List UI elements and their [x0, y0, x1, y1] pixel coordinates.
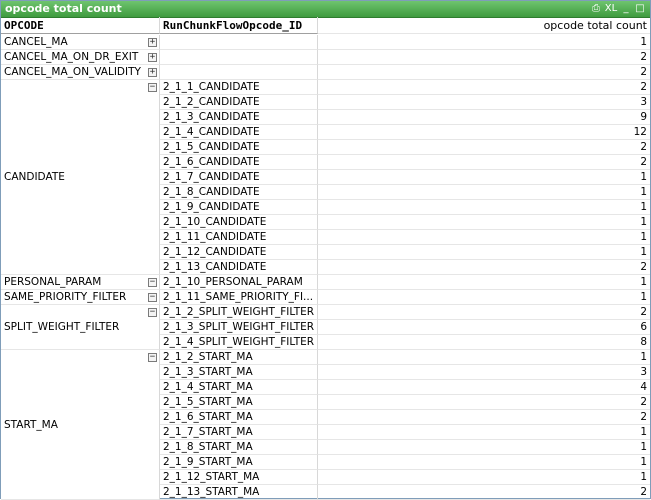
total-count-cell: 12 — [318, 125, 650, 140]
total-count-cell: 2 — [318, 485, 650, 500]
opcode-label: CANCEL_MA_ON_DR_EXIT — [4, 51, 139, 63]
run-chunk-flow-id-cell[interactable]: 2_1_3_SPLIT_WEIGHT_FILTER — [160, 320, 318, 335]
total-count-cell: 1 — [318, 470, 650, 485]
total-count-cell: 1 — [318, 170, 650, 185]
maximize-button[interactable]: □ — [634, 2, 646, 16]
opcode-label: PERSONAL_PARAM — [4, 276, 102, 288]
collapse-icon[interactable]: − — [148, 308, 157, 317]
opcode-cell[interactable]: PERSONAL_PARAM — [1, 275, 160, 290]
total-count-cell: 1 — [318, 230, 650, 245]
run-chunk-flow-id-cell[interactable]: 2_1_4_SPLIT_WEIGHT_FILTER — [160, 335, 318, 350]
run-chunk-flow-id-cell[interactable] — [160, 35, 318, 50]
opcode-cell[interactable]: CANCEL_MA_ON_VALIDITY — [1, 65, 160, 80]
run-chunk-flow-id-cell[interactable] — [160, 50, 318, 65]
total-count-cell: 2 — [318, 260, 650, 275]
collapse-icon[interactable]: − — [148, 293, 157, 302]
run-chunk-flow-id-cell[interactable]: 2_1_6_CANDIDATE — [160, 155, 318, 170]
total-count-cell: 9 — [318, 110, 650, 125]
total-count-cell: 2 — [318, 50, 650, 65]
total-count-cell: 1 — [318, 185, 650, 200]
run-chunk-flow-id-cell[interactable]: 2_1_1_CANDIDATE — [160, 80, 318, 95]
print-icon[interactable]: ⎙ — [589, 2, 603, 16]
total-count-cell: 1 — [318, 200, 650, 215]
total-count-cell: 1 — [318, 215, 650, 230]
send-to-excel-button[interactable]: XL — [604, 2, 618, 16]
run-chunk-flow-id-cell[interactable]: 2_1_9_START_MA — [160, 455, 318, 470]
run-chunk-flow-id-cell[interactable]: 2_1_5_CANDIDATE — [160, 140, 318, 155]
opcode-label: SPLIT_WEIGHT_FILTER — [4, 321, 120, 333]
run-chunk-flow-id-cell[interactable]: 2_1_13_CANDIDATE — [160, 260, 318, 275]
total-count-cell: 2 — [318, 305, 650, 320]
run-chunk-flow-id-cell[interactable]: 2_1_8_CANDIDATE — [160, 185, 318, 200]
total-count-cell: 1 — [318, 440, 650, 455]
window-title: opcode total count — [5, 2, 122, 15]
column-header-runchunkflowopcode-id[interactable]: RunChunkFlowOpcode_ID — [160, 17, 318, 34]
run-chunk-flow-id-cell[interactable]: 2_1_6_START_MA — [160, 410, 318, 425]
collapse-icon[interactable]: − — [148, 278, 157, 287]
opcode-cell[interactable]: SPLIT_WEIGHT_FILTER — [1, 305, 160, 350]
column-header-opcode-total-count[interactable]: opcode total count — [318, 17, 650, 34]
opcode-cell[interactable]: START_MA — [1, 350, 160, 500]
run-chunk-flow-id-cell[interactable]: 2_1_12_START_MA — [160, 470, 318, 485]
expand-icon[interactable]: + — [148, 38, 157, 47]
run-chunk-flow-id-cell[interactable]: 2_1_12_CANDIDATE — [160, 245, 318, 260]
opcode-label: START_MA — [4, 418, 58, 431]
run-chunk-flow-id-cell[interactable]: 2_1_10_CANDIDATE — [160, 215, 318, 230]
collapse-icon[interactable]: − — [148, 83, 157, 92]
expand-icon[interactable]: + — [148, 53, 157, 62]
run-chunk-flow-id-cell[interactable]: 2_1_2_CANDIDATE — [160, 95, 318, 110]
opcode-cell[interactable]: CANCEL_MA_ON_DR_EXIT — [1, 50, 160, 65]
total-count-cell: 2 — [318, 155, 650, 170]
total-count-cell: 1 — [318, 290, 650, 305]
opcode-label: CANCEL_MA_ON_VALIDITY — [4, 66, 141, 78]
opcode-label: SAME_PRIORITY_FILTER — [4, 291, 127, 303]
collapse-icon[interactable]: − — [148, 353, 157, 362]
opcode-label: CANDIDATE — [4, 171, 65, 183]
run-chunk-flow-id-cell[interactable]: 2_1_9_CANDIDATE — [160, 200, 318, 215]
run-chunk-flow-id-cell[interactable]: 2_1_2_SPLIT_WEIGHT_FILTER — [160, 305, 318, 320]
run-chunk-flow-id-cell[interactable]: 2_1_10_PERSONAL_PARAM — [160, 275, 318, 290]
total-count-cell: 1 — [318, 455, 650, 470]
total-count-cell: 2 — [318, 140, 650, 155]
expand-icon[interactable]: + — [148, 68, 157, 77]
total-count-cell: 1 — [318, 275, 650, 290]
total-count-cell: 1 — [318, 245, 650, 260]
run-chunk-flow-id-cell[interactable]: 2_1_3_CANDIDATE — [160, 110, 318, 125]
run-chunk-flow-id-cell[interactable]: 2_1_2_START_MA — [160, 350, 318, 365]
run-chunk-flow-id-cell[interactable]: 2_1_7_START_MA — [160, 425, 318, 440]
total-count-cell: 6 — [318, 320, 650, 335]
total-count-cell: 1 — [318, 35, 650, 50]
run-chunk-flow-id-cell[interactable]: 2_1_5_START_MA — [160, 395, 318, 410]
run-chunk-flow-id-cell[interactable]: 2_1_11_CANDIDATE — [160, 230, 318, 245]
run-chunk-flow-id-cell[interactable] — [160, 65, 318, 80]
total-count-cell: 1 — [318, 350, 650, 365]
run-chunk-flow-id-cell[interactable]: 2_1_4_CANDIDATE — [160, 125, 318, 140]
run-chunk-flow-id-cell[interactable]: 2_1_13_START_MA — [160, 485, 318, 500]
opcode-cell[interactable]: SAME_PRIORITY_FILTER — [1, 290, 160, 305]
total-count-cell: 2 — [318, 395, 650, 410]
total-count-cell: 4 — [318, 380, 650, 395]
run-chunk-flow-id-cell[interactable]: 2_1_11_SAME_PRIORITY_FI... — [160, 290, 318, 305]
opcode-cell[interactable]: CANDIDATE — [1, 80, 160, 275]
run-chunk-flow-id-cell[interactable]: 2_1_3_START_MA — [160, 365, 318, 380]
total-count-cell: 3 — [318, 95, 650, 110]
total-count-cell: 1 — [318, 425, 650, 440]
total-count-cell: 2 — [318, 65, 650, 80]
total-count-cell: 3 — [318, 365, 650, 380]
column-header-opcode[interactable]: OPCODE — [1, 17, 160, 34]
run-chunk-flow-id-cell[interactable]: 2_1_7_CANDIDATE — [160, 170, 318, 185]
total-count-cell: 2 — [318, 410, 650, 425]
pivot-table-window: opcode total count ⎙ XL _ □ OPCODE RunCh… — [0, 0, 651, 500]
opcode-cell[interactable]: CANCEL_MA — [1, 35, 160, 50]
minimize-button[interactable]: _ — [620, 2, 632, 16]
total-count-cell: 8 — [318, 335, 650, 350]
total-count-cell: 2 — [318, 80, 650, 95]
run-chunk-flow-id-cell[interactable]: 2_1_4_START_MA — [160, 380, 318, 395]
title-bar[interactable]: opcode total count ⎙ XL _ □ — [1, 1, 650, 18]
opcode-label: CANCEL_MA — [4, 36, 68, 48]
run-chunk-flow-id-cell[interactable]: 2_1_8_START_MA — [160, 440, 318, 455]
